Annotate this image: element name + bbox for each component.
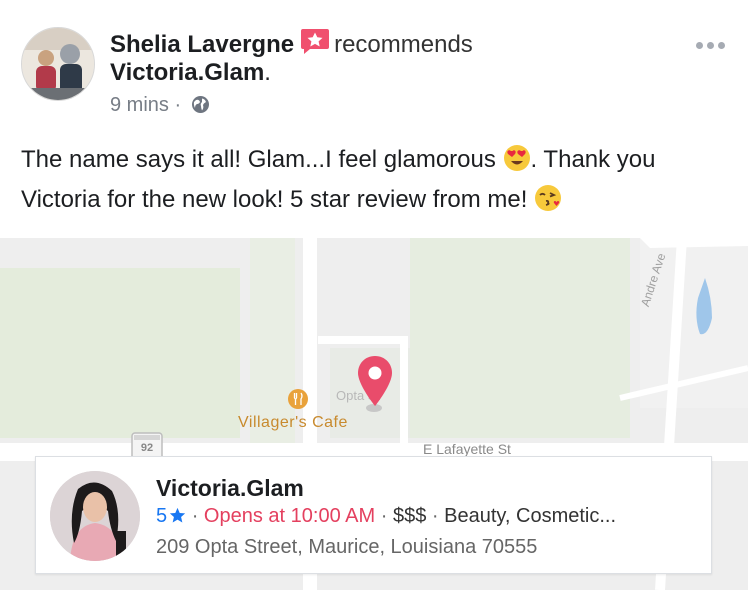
route-number: 92 [140,442,154,454]
business-name[interactable]: Victoria.Glam [156,474,304,502]
post-timestamp[interactable]: 9 mins [110,94,169,116]
more-options-icon [696,42,703,49]
post-header: Shelia Lavergne recommends Victoria.Glam.… [0,0,748,130]
author-name-link[interactable]: Shelia Lavergne [110,31,294,58]
kissing-face-emoji [534,184,562,212]
more-options-button[interactable] [694,30,728,60]
meta-separator: · [174,94,182,116]
meta-separator: · [380,505,388,527]
post-body: The name says it all! Glam...I feel glam… [21,140,731,220]
heart-eyes-emoji [503,144,531,172]
meta-separator: · [191,505,199,527]
business-meta: 5 · Opens at 10:00 AM · $$$ · Beauty, Co… [156,503,616,529]
recommends-text: recommends [334,31,473,58]
post-meta: 9 mins · [110,92,210,118]
rating-value: 5 [156,505,168,527]
recommended-page: Victoria.Glam. [110,58,271,88]
business-hours-status: Opens at 10:00 AM [203,505,376,527]
post-body-text-1: The name says it all! Glam...I feel glam… [21,146,496,173]
business-avatar[interactable] [50,471,140,561]
author-avatar[interactable] [21,27,95,101]
page-name-period: . [264,59,271,86]
business-address: 209 Opta Street, Maurice, Louisiana 7055… [156,536,538,558]
meta-separator: · [431,505,439,527]
map-street-label: E Lafayette St [423,441,511,457]
recommendation-star-icon [300,28,330,55]
location-pin-icon[interactable] [356,354,394,412]
business-category: Beauty, Cosmetic... [444,505,617,527]
star-icon [169,505,186,523]
map-cafe-label[interactable]: Villager's Cafe [238,414,348,432]
business-card[interactable]: Victoria.Glam 5 · Opens at 10:00 AM · $$… [35,456,712,574]
business-price: $$$ [392,505,427,527]
post-header-title: Shelia Lavergne recommends [110,28,473,60]
globe-icon[interactable] [191,95,210,114]
business-rating: 5 [156,505,186,527]
page-name-link[interactable]: Victoria.Glam [110,59,264,86]
